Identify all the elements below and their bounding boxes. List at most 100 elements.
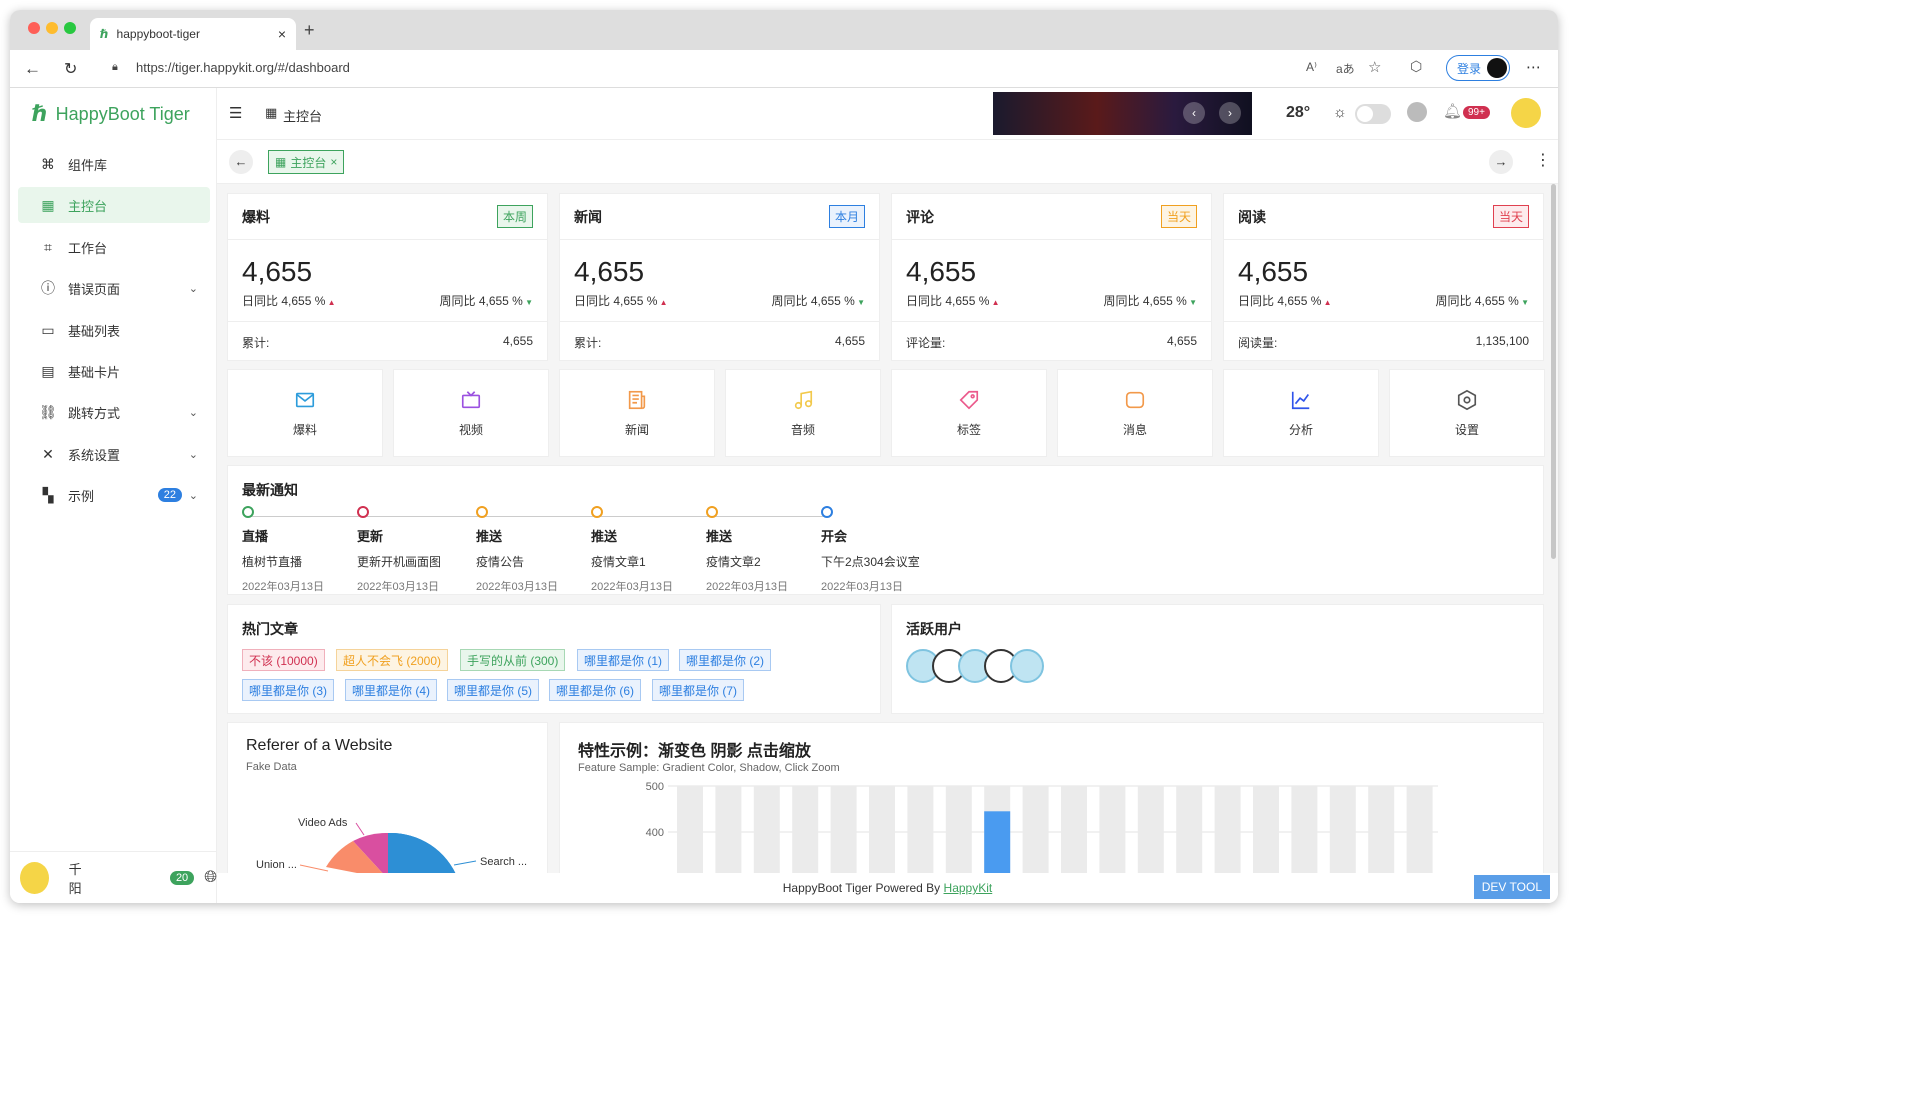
article-tag[interactable]: 哪里都是你 (6)	[549, 679, 642, 701]
close-tab-icon[interactable]: ×	[278, 26, 286, 42]
profile-avatar	[1487, 58, 1507, 78]
quick-link-baoliao[interactable]: 爆料	[227, 369, 383, 457]
address-bar[interactable]: 🔒︎ https://tiger.happykit.org/#/dashboar…	[96, 53, 1432, 81]
total-label: 累计:	[242, 336, 270, 350]
sidebar-item-workbench[interactable]: ⌗ 工作台	[18, 229, 210, 265]
quick-link-messages[interactable]: 消息	[1057, 369, 1213, 457]
stat-title: 阅读	[1238, 208, 1266, 225]
tools-icon: ✕	[42, 445, 54, 462]
sidebar-item-examples[interactable]: ▚ 示例 22 ⌄	[18, 477, 210, 513]
bar-background	[1176, 786, 1203, 881]
mail-icon	[295, 392, 315, 407]
tab-label: 主控台	[290, 155, 327, 170]
bar-background	[753, 786, 780, 881]
sidebar-item-dashboard[interactable]: ▦ 主控台	[18, 187, 210, 223]
timeline-dot	[706, 506, 718, 518]
sun-icon: ☼	[1333, 104, 1347, 121]
sidebar-item-error-pages[interactable]: ⓘ 错误页面 ⌄	[18, 270, 210, 306]
stat-value: 4,655	[574, 256, 645, 287]
quick-link-label: 分析	[1288, 422, 1313, 437]
footer-link[interactable]: HappyKit	[944, 881, 993, 895]
header-avatar[interactable]	[1511, 98, 1541, 128]
scrollbar[interactable]	[1551, 184, 1556, 559]
timeline-item: 推送 疫情文章1 2022年03月13日	[591, 506, 711, 594]
browser-tabbar: ℏ happyboot-tiger × +	[10, 10, 1558, 50]
globe-icon[interactable]: 🌐︎	[204, 869, 217, 887]
extensions-icon[interactable]: ⬡	[1410, 58, 1422, 75]
article-tag[interactable]: 哪里都是你 (1)	[577, 649, 670, 671]
quick-link-news[interactable]: 新闻	[559, 369, 715, 457]
browser-tab[interactable]: ℏ happyboot-tiger ×	[90, 18, 296, 50]
week-compare: 周同比 4,655 %	[1103, 294, 1187, 308]
tabs-forward-icon[interactable]: →	[1489, 150, 1513, 174]
bar-background	[1253, 786, 1279, 881]
brand-logo[interactable]: ℏ HappyBoot Tiger	[10, 88, 216, 140]
sidebar-item-components[interactable]: ⌘ 组件库	[18, 146, 210, 182]
notification-badge: 99+	[1463, 106, 1490, 119]
bar-background	[677, 786, 703, 881]
login-button[interactable]: 登录	[1446, 55, 1510, 81]
article-tag[interactable]: 哪里都是你 (5)	[447, 679, 540, 701]
collapse-menu-icon[interactable]: ☰	[229, 104, 242, 122]
article-tag[interactable]: 哪里都是你 (4)	[345, 679, 438, 701]
hot-articles-card: 热门文章 不该 (10000) 超人不会飞 (2000) 手写的从前 (300)…	[227, 604, 881, 714]
carousel-prev-icon[interactable]: ‹	[1183, 102, 1205, 124]
quick-link-audio[interactable]: 音频	[725, 369, 881, 457]
notice-text: 更新开机画面图	[357, 555, 442, 569]
trend-down-icon: ▼	[854, 298, 865, 307]
total-value: 4,655	[1166, 334, 1197, 348]
tabs-back-icon[interactable]: ←	[229, 150, 253, 174]
translate-icon[interactable]: aあ	[1336, 60, 1355, 77]
carousel-next-icon[interactable]: ›	[1219, 102, 1241, 124]
bar-chart[interactable]: 500400300	[560, 723, 1544, 882]
chevron-down-icon: ⌄	[188, 406, 198, 419]
more-icon[interactable]: ⋯	[1526, 58, 1541, 76]
sidebar-item-system-settings[interactable]: ✕ 系统设置 ⌄	[18, 436, 210, 472]
sidebar-item-label: 示例	[68, 488, 95, 504]
dev-tool-button[interactable]: DEV TOOL	[1473, 875, 1550, 899]
login-label: 登录	[1457, 61, 1482, 76]
article-tag[interactable]: 手写的从前 (300)	[460, 649, 566, 671]
article-tag[interactable]: 哪里都是你 (7)	[652, 679, 745, 701]
bar[interactable]	[984, 811, 1011, 882]
tab-dashboard[interactable]: ▦ 主控台 ×	[268, 150, 345, 174]
notice-type: 推送	[706, 529, 733, 544]
banner-carousel[interactable]: ‹ ›	[993, 92, 1252, 135]
reload-icon[interactable]: ↻	[64, 59, 77, 79]
quick-link-video[interactable]: 视频	[393, 369, 549, 457]
article-tag[interactable]: 哪里都是你 (3)	[242, 679, 335, 701]
maximize-window-button[interactable]	[64, 22, 76, 34]
article-tag[interactable]: 超人不会飞 (2000)	[336, 649, 449, 671]
quick-link-label: 视频	[458, 422, 483, 437]
sidebar-item-basic-card[interactable]: ▤ 基础卡片	[18, 353, 210, 389]
sidebar-user[interactable]: 千阳 20 🌐︎	[10, 851, 217, 903]
back-icon[interactable]: ←	[24, 59, 41, 79]
close-tab-icon[interactable]: ×	[330, 155, 337, 169]
bell-icon[interactable]: 🔔︎	[1443, 102, 1462, 120]
minimize-window-button[interactable]	[46, 22, 58, 34]
notice-type: 推送	[476, 529, 503, 544]
user-avatar[interactable]	[1010, 649, 1044, 683]
pie-label: Search ...	[480, 856, 528, 868]
article-tag[interactable]: 哪里都是你 (2)	[679, 649, 772, 671]
quick-link-label: 爆料	[292, 422, 317, 437]
quick-link-tags[interactable]: 标签	[891, 369, 1047, 457]
read-aloud-icon[interactable]: A⁾	[1306, 60, 1317, 74]
sidebar-item-basic-list[interactable]: ▭ 基础列表	[18, 312, 210, 348]
notice-date: 2022年03月13日	[706, 581, 788, 593]
page-title-icon: ▦	[265, 105, 278, 120]
new-tab-button[interactable]: +	[304, 20, 315, 41]
layout-icon: ▚	[42, 486, 54, 503]
github-icon[interactable]	[1407, 102, 1427, 122]
tabs-more-icon[interactable]: ⋮	[1535, 150, 1551, 170]
footer: HappyBoot Tiger Powered By HappyKit DEV …	[217, 873, 1558, 903]
close-window-button[interactable]	[28, 22, 40, 34]
quick-link-analysis[interactable]: 分析	[1223, 369, 1379, 457]
stat-card: 新闻 本月 4,655 日同比 4,655 % ▲ 周同比 4,655 % ▼ 累计…	[559, 193, 880, 361]
quick-link-settings[interactable]: 设置	[1389, 369, 1545, 457]
sidebar-item-redirect[interactable]: ⛓ 跳转方式 ⌄	[18, 394, 210, 430]
quick-link-label: 标签	[956, 422, 981, 437]
article-tag[interactable]: 不该 (10000)	[242, 649, 325, 671]
favorite-icon[interactable]: ☆	[1368, 58, 1381, 76]
theme-toggle[interactable]	[1355, 104, 1391, 124]
